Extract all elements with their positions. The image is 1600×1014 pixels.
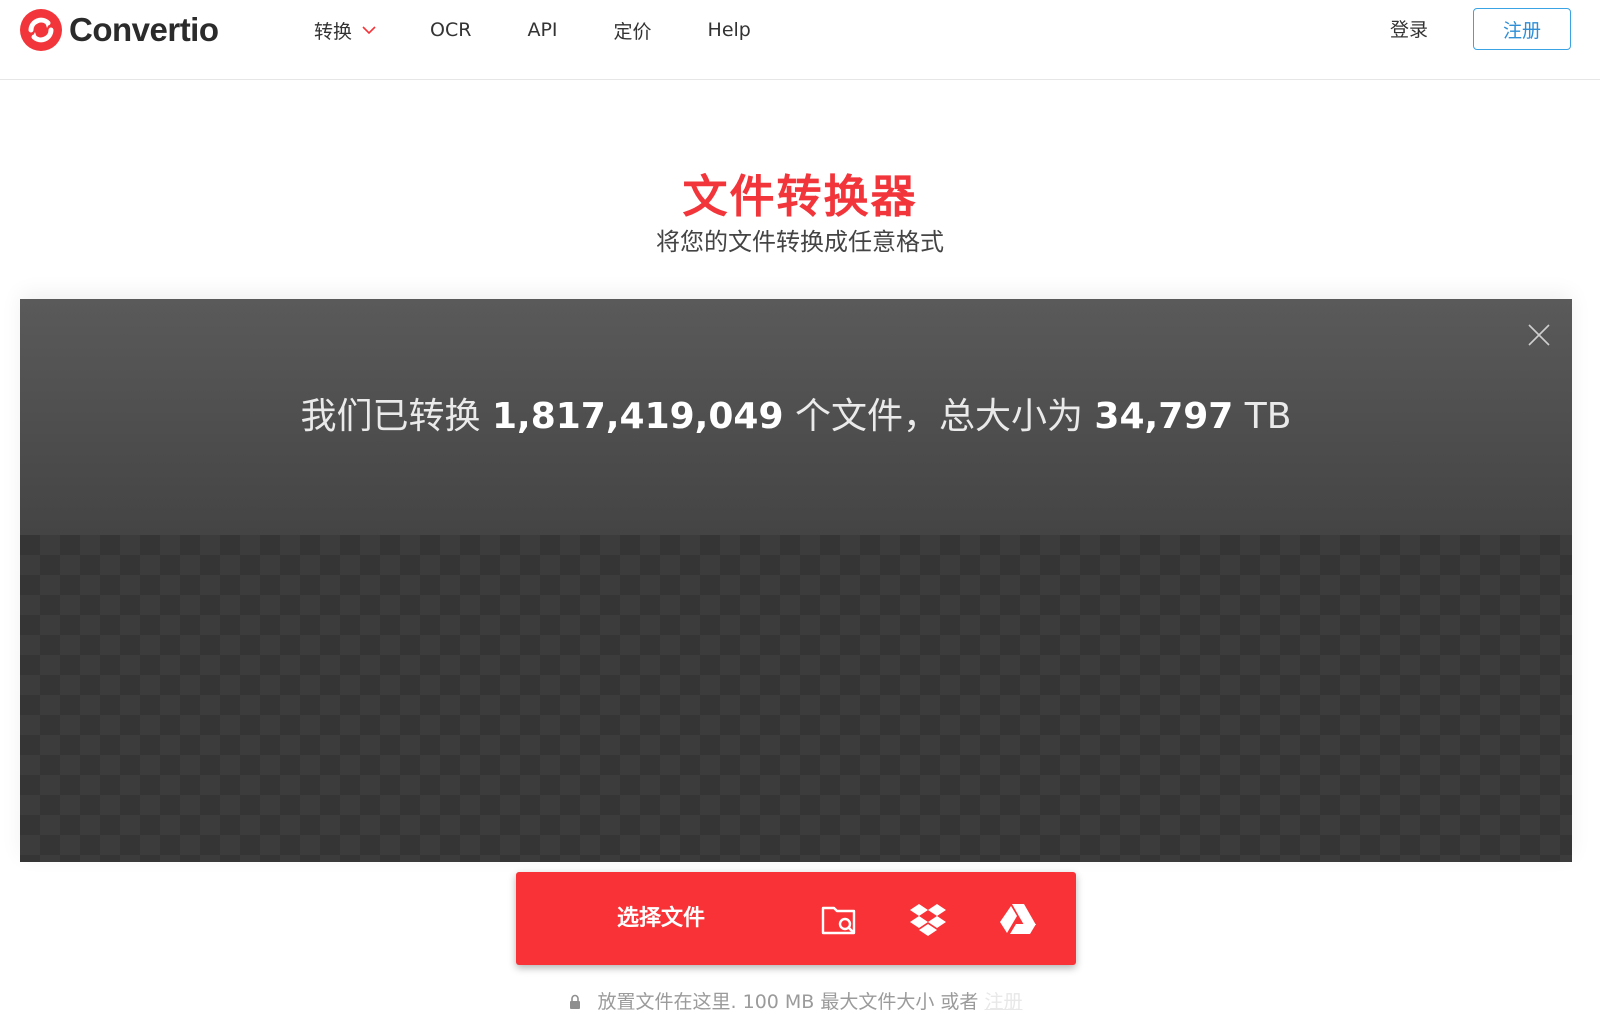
chevron-down-icon bbox=[362, 25, 376, 34]
main-nav: 转换 OCR API 定价 Help bbox=[314, 14, 807, 46]
convertio-logo-icon bbox=[20, 9, 62, 51]
nav-convert-label: 转换 bbox=[314, 20, 353, 43]
folder-search-icon[interactable] bbox=[820, 900, 858, 938]
signup-button[interactable]: 注册 bbox=[1473, 8, 1571, 50]
drop-zone[interactable]: 选择文件 放置文件在这里. 100 MB 最大文件大小 或者 注册 bbox=[20, 535, 1572, 1013]
drop-hint-text: 放置文件在这里. 100 MB 最大文件大小 或者 bbox=[597, 991, 979, 1013]
page-subtitle: 将您的文件转换成任意格式 bbox=[656, 228, 944, 256]
choose-file-button[interactable]: 选择文件 bbox=[516, 872, 806, 965]
top-header: Convertio 转换 OCR API 定价 Help 登录 注册 bbox=[0, 0, 1600, 80]
page-title: 文件转换器 bbox=[682, 170, 918, 223]
converter-stats-panel: 我们已转换 1,817,419,049 个文件，总大小为 34,797 TB bbox=[20, 299, 1572, 535]
login-link[interactable]: 登录 bbox=[1390, 14, 1428, 46]
choose-file-bar: 选择文件 bbox=[516, 872, 1076, 965]
converter-box: 我们已转换 1,817,419,049 个文件，总大小为 34,797 TB 选… bbox=[20, 299, 1572, 1013]
convertio-logo[interactable]: Convertio bbox=[19, 8, 219, 52]
stats-total-size: 34,797 bbox=[1094, 396, 1234, 437]
drop-hint: 放置文件在这里. 100 MB 最大文件大小 或者 注册 bbox=[20, 987, 1572, 1014]
lock-icon bbox=[570, 994, 581, 1009]
conversion-stats: 我们已转换 1,817,419,049 个文件，总大小为 34,797 TB bbox=[20, 387, 1572, 439]
nav-api[interactable]: API bbox=[527, 14, 557, 46]
nav-pricing[interactable]: 定价 bbox=[614, 14, 652, 46]
drop-hint-signup-link[interactable]: 注册 bbox=[984, 991, 1022, 1013]
close-icon[interactable] bbox=[1527, 323, 1551, 347]
stats-unit: TB bbox=[1244, 396, 1292, 437]
stats-file-count: 1,817,419,049 bbox=[491, 396, 784, 437]
google-drive-icon[interactable] bbox=[999, 900, 1037, 938]
stats-prefix: 我们已转换 bbox=[300, 396, 481, 437]
stats-middle: 个文件，总大小为 bbox=[794, 396, 1083, 437]
dropbox-icon[interactable] bbox=[909, 900, 947, 938]
nav-help[interactable]: Help bbox=[708, 14, 751, 46]
nav-ocr[interactable]: OCR bbox=[430, 14, 471, 46]
nav-convert[interactable]: 转换 bbox=[314, 14, 376, 46]
logo-text: Convertio bbox=[69, 11, 219, 48]
